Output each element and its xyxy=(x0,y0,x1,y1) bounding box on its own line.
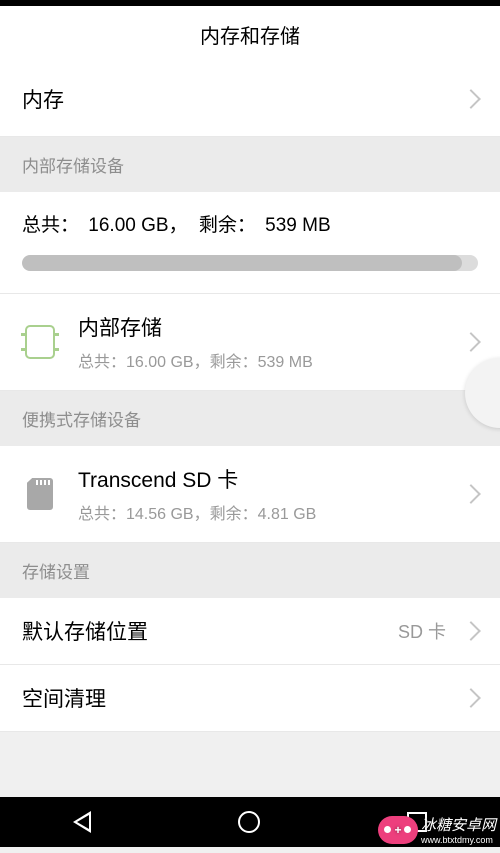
sd-title: Transcend SD 卡 xyxy=(78,464,454,494)
total-label: 总共： xyxy=(22,215,79,236)
internal-title: 内部存储 xyxy=(78,312,454,342)
default-location-label: 默认存储位置 xyxy=(22,616,398,646)
page-title: 内存和存储 xyxy=(200,20,300,49)
watermark-text: 冰糖安卓网 xyxy=(421,814,496,835)
section-header-settings: 存储设置 xyxy=(0,543,500,598)
sd-sub: 总共：14.56 GB，剩余：4.81 GB xyxy=(78,500,454,524)
total-value: 16.00 GB， xyxy=(88,215,187,236)
section-header-portable: 便携式存储设备 xyxy=(0,391,500,446)
free-value: 539 MB xyxy=(265,215,330,236)
storage-progress-bar xyxy=(22,255,478,271)
cleanup-row[interactable]: 空间清理 xyxy=(0,665,500,732)
home-icon[interactable] xyxy=(238,811,260,833)
watermark: + 冰糖安卓网 www.btxtdmy.com xyxy=(378,814,496,845)
back-icon[interactable] xyxy=(73,811,91,833)
chevron-right-icon xyxy=(461,621,481,641)
free-label: 剩余： xyxy=(199,215,256,236)
watermark-logo-icon: + xyxy=(378,816,418,844)
app-title-bar: 内存和存储 xyxy=(0,6,500,62)
cleanup-label: 空间清理 xyxy=(22,683,454,713)
storage-progress-fill xyxy=(22,255,462,271)
internal-sub: 总共：16.00 GB，剩余：539 MB xyxy=(78,348,454,372)
chevron-right-icon xyxy=(461,332,481,352)
section-header-internal: 内部存储设备 xyxy=(0,137,500,192)
sd-card-row[interactable]: Transcend SD 卡 总共：14.56 GB，剩余：4.81 GB xyxy=(0,446,500,543)
internal-storage-row[interactable]: 内部存储 总共：16.00 GB，剩余：539 MB xyxy=(0,294,500,391)
default-location-row[interactable]: 默认存储位置 SD 卡 xyxy=(0,598,500,665)
chevron-right-icon xyxy=(461,484,481,504)
memory-row[interactable]: 内存 xyxy=(0,62,500,137)
sd-card-icon xyxy=(22,476,58,512)
default-location-value: SD 卡 xyxy=(398,618,446,644)
watermark-url: www.btxtdmy.com xyxy=(421,835,496,845)
summary-text: 总共： 16.00 GB， 剩余： 539 MB xyxy=(22,210,478,237)
chip-icon xyxy=(22,324,58,360)
storage-summary: 总共： 16.00 GB， 剩余： 539 MB xyxy=(0,192,500,294)
chevron-right-icon xyxy=(461,688,481,708)
memory-label: 内存 xyxy=(22,84,454,114)
chevron-right-icon xyxy=(461,89,481,109)
